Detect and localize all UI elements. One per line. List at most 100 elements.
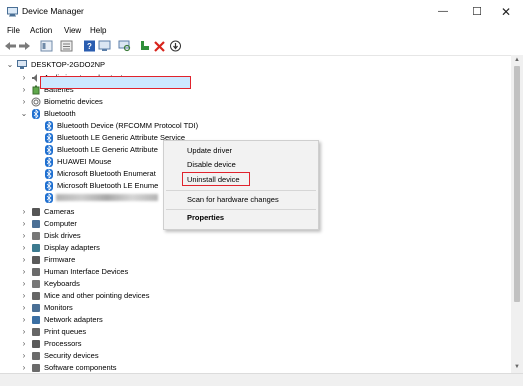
enable-device-icon[interactable] [138, 40, 151, 52]
menu-divider [166, 190, 316, 191]
tree-item-label: Keyboards [44, 279, 80, 288]
bluetooth-device-item[interactable]: Bluetooth LE Generic Attribute [44, 144, 164, 156]
bluetooth-device-label: Bluetooth Device (RFCOMM Protocol TDI) [57, 121, 199, 130]
tree-item-category[interactable]: › Firmware [20, 254, 190, 266]
chevron-right-icon[interactable]: › [20, 96, 28, 108]
scroll-up-arrow-icon[interactable]: ▲ [511, 56, 523, 65]
software-component-icon [32, 364, 40, 372]
tree-item-category[interactable]: › Security devices [20, 350, 190, 362]
tree-item-label: Network adapters [44, 315, 103, 324]
display-adapter-icon [32, 244, 40, 252]
context-uninstall-device[interactable]: Uninstall device [187, 175, 240, 184]
bluetooth-device-item[interactable]: Microsoft Bluetooth Enumerat [44, 168, 164, 180]
help-icon[interactable]: ? [83, 40, 96, 52]
bluetooth-device-label: Microsoft Bluetooth Enumerat [57, 169, 156, 178]
chevron-down-icon[interactable]: ⌄ [20, 108, 28, 120]
tree-item-category[interactable]: › Disk drives [20, 230, 190, 242]
chevron-right-icon[interactable]: › [20, 290, 28, 302]
tree-item-label: Security devices [44, 351, 99, 360]
chevron-right-icon[interactable]: › [20, 350, 28, 362]
tree-item-category[interactable]: › Processors [20, 338, 190, 350]
firmware-icon [32, 256, 40, 264]
redacted-device-name [56, 194, 158, 201]
tree-item-label: Print queues [44, 327, 87, 336]
menu-bar: File Action View Help [0, 24, 523, 38]
context-scan-hardware[interactable]: Scan for hardware changes [187, 195, 279, 204]
mouse-icon [32, 292, 40, 300]
tree-item-bluetooth[interactable]: ⌄ Bluetooth [20, 108, 170, 120]
chevron-down-icon[interactable]: ⌄ [6, 59, 14, 71]
context-menu: Update driver Disable device Uninstall d… [163, 140, 319, 230]
monitor-icon [32, 304, 40, 312]
back-arrow-icon[interactable] [4, 40, 17, 52]
disk-drive-icon [32, 232, 40, 240]
tree-item-biometric[interactable]: › Biometric devices [20, 96, 170, 108]
chevron-right-icon[interactable]: › [20, 242, 28, 254]
tree-item-category[interactable]: › Display adapters [20, 242, 190, 254]
tree-item-label: Monitors [44, 303, 73, 312]
chevron-right-icon[interactable]: › [20, 326, 28, 338]
chevron-right-icon[interactable]: › [20, 230, 28, 242]
context-update-driver[interactable]: Update driver [187, 146, 232, 155]
chevron-right-icon[interactable]: › [20, 338, 28, 350]
toolbar: ? [0, 38, 523, 56]
download-icon[interactable] [169, 40, 182, 52]
chevron-right-icon[interactable]: › [20, 72, 28, 84]
close-button[interactable]: ✕ [489, 2, 523, 22]
bluetooth-icon [45, 193, 53, 203]
chevron-right-icon[interactable]: › [20, 206, 28, 218]
tree-item-category[interactable]: › Human Interface Devices [20, 266, 190, 278]
menu-help[interactable]: Help [90, 26, 106, 35]
chevron-right-icon[interactable]: › [20, 266, 28, 278]
tree-item-label: Human Interface Devices [44, 267, 129, 276]
chevron-right-icon[interactable]: › [20, 314, 28, 326]
tree-item-category[interactable]: › Monitors [20, 302, 190, 314]
bluetooth-icon [45, 121, 53, 131]
update-driver-icon[interactable] [98, 40, 111, 52]
tree-item-label: Biometric devices [44, 97, 103, 106]
tree-item-label: Disk drives [44, 231, 81, 240]
tree-item-category[interactable]: › Mice and other pointing devices [20, 290, 190, 302]
tree-item-label: Cameras [44, 207, 75, 216]
tree-root-label: DESKTOP-2GDO2NP [31, 60, 106, 69]
uninstall-x-icon[interactable] [153, 40, 166, 52]
scroll-down-arrow-icon[interactable]: ▼ [511, 363, 523, 372]
tree-item-category[interactable]: › Print queues [20, 326, 190, 338]
minimize-button[interactable]: — [426, 2, 460, 22]
bluetooth-device-item[interactable]: HUAWEI Mouse [44, 156, 164, 168]
tree-root[interactable]: ⌄ DESKTOP-2GDO2NP [6, 59, 156, 71]
menu-file[interactable]: File [7, 26, 20, 35]
chevron-right-icon[interactable]: › [20, 84, 28, 96]
tree-item-category[interactable]: › Keyboards [20, 278, 190, 290]
properties-icon[interactable] [60, 40, 73, 52]
chevron-right-icon[interactable]: › [20, 254, 28, 266]
forward-arrow-icon[interactable] [18, 40, 31, 52]
status-bar [0, 373, 523, 386]
context-disable-device[interactable]: Disable device [187, 160, 236, 169]
scroll-thumb[interactable] [514, 66, 520, 302]
tree-item-label: Bluetooth [44, 109, 76, 118]
chevron-right-icon[interactable]: › [20, 302, 28, 314]
menu-action[interactable]: Action [30, 26, 52, 35]
title-bar: Device Manager — ☐ ✕ [0, 0, 523, 24]
menu-divider [166, 209, 316, 210]
processor-icon [32, 340, 40, 348]
tree-item-category[interactable]: › Network adapters [20, 314, 190, 326]
show-hide-tree-icon[interactable] [40, 40, 53, 52]
device-manager-app-icon [7, 7, 18, 17]
security-device-icon [32, 352, 40, 360]
bluetooth-icon [32, 109, 40, 119]
fingerprint-icon [31, 97, 41, 107]
context-properties[interactable]: Properties [187, 213, 224, 222]
chevron-right-icon[interactable]: › [20, 218, 28, 230]
tree-item-label: Firmware [44, 255, 76, 264]
chevron-right-icon[interactable]: › [20, 278, 28, 290]
bluetooth-device-item[interactable]: Bluetooth Device (RFCOMM Protocol TDI) [44, 120, 214, 132]
bluetooth-icon [45, 133, 53, 143]
menu-view[interactable]: View [64, 26, 81, 35]
bluetooth-device-item[interactable]: Microsoft Bluetooth LE Enume [44, 180, 164, 192]
scan-hardware-icon[interactable] [118, 40, 131, 52]
svg-text:?: ? [87, 42, 92, 51]
selected-row-highlight [40, 76, 191, 89]
computer-icon [17, 60, 27, 69]
